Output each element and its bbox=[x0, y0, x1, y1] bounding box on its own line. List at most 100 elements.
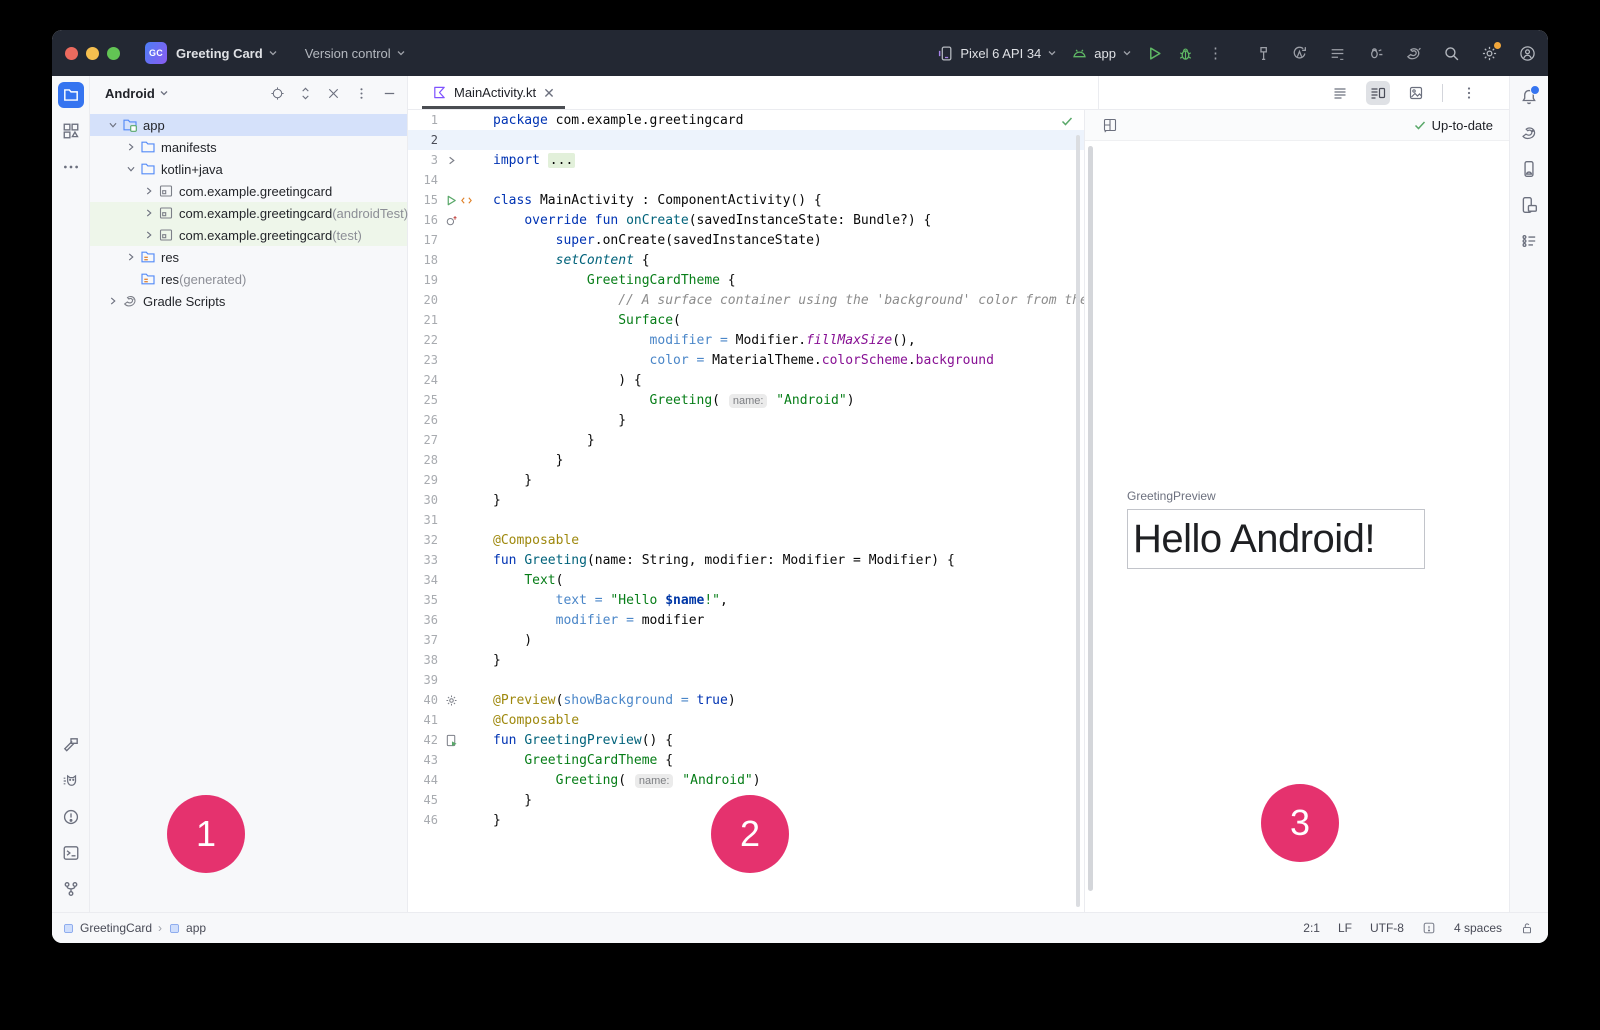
tree-item[interactable]: com.example.greetingcard bbox=[90, 180, 407, 202]
code-line-40[interactable]: 40@Preview(showBackground = true) bbox=[408, 690, 1084, 710]
folded-code-chip[interactable]: ... bbox=[548, 153, 575, 168]
tab-mainactivity[interactable]: MainActivity.kt ✕ bbox=[422, 76, 565, 109]
device-manager-button[interactable] bbox=[1516, 156, 1542, 182]
build-button[interactable] bbox=[1253, 45, 1270, 62]
terminal-tool-window-button[interactable] bbox=[58, 840, 84, 866]
code-line-32[interactable]: 32@Composable bbox=[408, 530, 1084, 550]
code-line-25[interactable]: 25 Greeting( name: "Android") bbox=[408, 390, 1084, 410]
close-window-button[interactable] bbox=[65, 47, 78, 60]
gradle-sync-button[interactable] bbox=[1405, 45, 1422, 62]
code-line-19[interactable]: 19 GreetingCardTheme { bbox=[408, 270, 1084, 290]
code-line-2[interactable]: 2 bbox=[408, 130, 1084, 150]
code-line-16[interactable]: 16 override fun onCreate(savedInstanceSt… bbox=[408, 210, 1084, 230]
override-gutter-icon[interactable] bbox=[445, 214, 458, 227]
gradle-tool-window-button[interactable] bbox=[1516, 120, 1542, 146]
code-line-17[interactable]: 17 super.onCreate(savedInstanceState) bbox=[408, 230, 1084, 250]
cursor-position-widget[interactable]: 2:1 bbox=[1303, 921, 1320, 935]
apply-code-changes-button[interactable] bbox=[1367, 45, 1384, 62]
code-line-29[interactable]: 29 } bbox=[408, 470, 1084, 490]
code-line-15[interactable]: 15class MainActivity : ComponentActivity… bbox=[408, 190, 1084, 210]
chevron-right-icon[interactable] bbox=[123, 250, 138, 265]
code-line-33[interactable]: 33fun Greeting(name: String, modifier: M… bbox=[408, 550, 1084, 570]
code-line-41[interactable]: 41@Composable bbox=[408, 710, 1084, 730]
tree-item[interactable]: Gradle Scripts bbox=[90, 290, 407, 312]
logcat-tool-window-button[interactable] bbox=[58, 768, 84, 794]
code-line-14[interactable]: 14 bbox=[408, 170, 1084, 190]
fold-gutter-icon[interactable] bbox=[445, 154, 458, 167]
code-line-26[interactable]: 26 } bbox=[408, 410, 1084, 430]
more-tool-windows-button[interactable] bbox=[58, 154, 84, 180]
maximize-window-button[interactable] bbox=[107, 47, 120, 60]
code-line-1[interactable]: 1package com.example.greetingcard bbox=[408, 110, 1084, 130]
version-control-tool-window-button[interactable] bbox=[58, 876, 84, 902]
code-line-31[interactable]: 31 bbox=[408, 510, 1084, 530]
encoding-widget[interactable]: UTF-8 bbox=[1370, 921, 1404, 935]
build-variants-tool-window-button[interactable] bbox=[1516, 228, 1542, 254]
chevron-down-icon[interactable] bbox=[123, 162, 138, 177]
chevron-right-icon[interactable] bbox=[105, 294, 120, 309]
breadcrumb-project[interactable]: GreetingCard bbox=[62, 921, 152, 935]
indent-widget[interactable]: 4 spaces bbox=[1454, 921, 1502, 935]
breadcrumb-module[interactable]: app bbox=[168, 921, 206, 935]
code-line-18[interactable]: 18 setContent { bbox=[408, 250, 1084, 270]
run-configuration-selector[interactable]: app bbox=[1071, 45, 1132, 62]
preview-gutter-icon[interactable] bbox=[445, 734, 458, 747]
code-line-36[interactable]: 36 modifier = modifier bbox=[408, 610, 1084, 630]
code-gutter-icon[interactable] bbox=[460, 194, 473, 207]
editor-scrollbar[interactable] bbox=[1076, 135, 1080, 907]
chevron-right-icon[interactable] bbox=[141, 228, 156, 243]
tree-item[interactable]: kotlin+java bbox=[90, 158, 407, 180]
code-line-27[interactable]: 27 } bbox=[408, 430, 1084, 450]
code-line-38[interactable]: 38} bbox=[408, 650, 1084, 670]
tree-item[interactable]: com.example.greetingcard (androidTest) bbox=[90, 202, 407, 224]
code-line-44[interactable]: 44 Greeting( name: "Android") bbox=[408, 770, 1084, 790]
code-line-28[interactable]: 28 } bbox=[408, 450, 1084, 470]
vcs-widget[interactable]: Version control bbox=[305, 46, 406, 61]
locate-file-icon[interactable] bbox=[270, 86, 285, 101]
build-tool-window-button[interactable] bbox=[58, 732, 84, 758]
code-line-30[interactable]: 30} bbox=[408, 490, 1084, 510]
code-line-22[interactable]: 22 modifier = Modifier.fillMaxSize(), bbox=[408, 330, 1084, 350]
code-line-20[interactable]: 20 // A surface container using the 'bac… bbox=[408, 290, 1084, 310]
chevron-right-icon[interactable] bbox=[141, 184, 156, 199]
gear-gutter-icon[interactable] bbox=[445, 694, 458, 707]
build-variants-button[interactable] bbox=[1329, 45, 1346, 62]
run-gutter-icon[interactable] bbox=[445, 194, 458, 207]
minimize-window-button[interactable] bbox=[86, 47, 99, 60]
editor-options-button[interactable] bbox=[1457, 81, 1481, 105]
tree-item[interactable]: res (generated) bbox=[90, 268, 407, 290]
code-line-37[interactable]: 37 ) bbox=[408, 630, 1084, 650]
collapse-all-icon[interactable] bbox=[326, 86, 341, 101]
running-devices-button[interactable] bbox=[1516, 192, 1542, 218]
chevron-right-icon[interactable] bbox=[141, 206, 156, 221]
tree-item[interactable]: com.example.greetingcard (test) bbox=[90, 224, 407, 246]
split-view-button[interactable] bbox=[1366, 81, 1390, 105]
tree-item[interactable]: app bbox=[90, 114, 407, 136]
apply-changes-button[interactable] bbox=[1291, 45, 1308, 62]
code-line-42[interactable]: 42fun GreetingPreview() { bbox=[408, 730, 1084, 750]
code-line-23[interactable]: 23 color = MaterialTheme.colorScheme.bac… bbox=[408, 350, 1084, 370]
tree-item[interactable]: manifests bbox=[90, 136, 407, 158]
settings-button[interactable] bbox=[1481, 45, 1498, 62]
line-ending-widget[interactable]: LF bbox=[1338, 921, 1352, 935]
device-selector[interactable]: Pixel 6 API 34 bbox=[937, 45, 1057, 62]
project-view-selector[interactable]: Android bbox=[105, 86, 169, 101]
options-kebab-icon[interactable] bbox=[354, 86, 369, 101]
design-view-button[interactable] bbox=[1404, 81, 1428, 105]
code-line-43[interactable]: 43 GreetingCardTheme { bbox=[408, 750, 1084, 770]
preview-layout-icon[interactable] bbox=[1102, 117, 1118, 133]
debug-button[interactable] bbox=[1177, 45, 1194, 62]
more-run-actions-button[interactable]: ⋮ bbox=[1208, 46, 1223, 61]
code-line-35[interactable]: 35 text = "Hello $name!", bbox=[408, 590, 1084, 610]
chevron-right-icon[interactable] bbox=[123, 140, 138, 155]
chevron-down-icon[interactable] bbox=[105, 118, 120, 133]
run-button[interactable] bbox=[1146, 45, 1163, 62]
inspection-widget-icon[interactable] bbox=[1422, 921, 1436, 935]
hide-panel-icon[interactable] bbox=[382, 86, 397, 101]
expand-all-icon[interactable] bbox=[298, 86, 313, 101]
project-selector[interactable]: Greeting Card bbox=[176, 46, 278, 61]
preview-render-frame[interactable]: Hello Android! bbox=[1127, 509, 1425, 569]
code-line-34[interactable]: 34 Text( bbox=[408, 570, 1084, 590]
search-everywhere-button[interactable] bbox=[1443, 45, 1460, 62]
preview-scrollbar[interactable] bbox=[1088, 146, 1093, 891]
